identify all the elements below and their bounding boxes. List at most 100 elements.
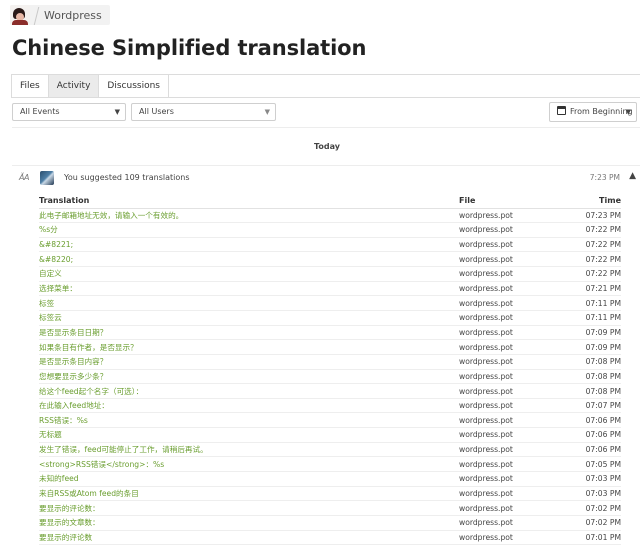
translation-link[interactable]: 要显示的评论数：: [39, 500, 459, 516]
avatar[interactable]: [40, 171, 54, 185]
translation-link[interactable]: 标签: [39, 295, 459, 311]
time-cell: 07:22 PM: [559, 251, 621, 268]
events-filter-select[interactable]: All Events ▼: [12, 103, 126, 121]
translation-link[interactable]: 标签云: [39, 310, 459, 326]
translation-link[interactable]: 来自RSS或Atom feed的条目: [39, 486, 459, 502]
translation-link[interactable]: 要显示的文章数：: [39, 515, 459, 531]
time-cell: 07:22 PM: [559, 237, 621, 253]
tab-discussions[interactable]: Discussions: [99, 75, 169, 97]
translation-link[interactable]: &#8221;: [39, 237, 459, 253]
activity-time: 7:23 PM: [589, 173, 620, 182]
tab-files[interactable]: Files: [12, 75, 49, 97]
time-cell: 07:03 PM: [559, 471, 621, 487]
file-cell: wordpress.pot: [459, 222, 559, 238]
breadcrumb-project-link[interactable]: Wordpress: [40, 9, 110, 22]
file-cell: wordpress.pot: [459, 281, 559, 297]
file-cell: wordpress.pot: [459, 295, 559, 311]
tab-bar: Files Activity Discussions: [11, 74, 640, 98]
translation-link[interactable]: RSS错误：%s: [39, 412, 459, 429]
table-row: &#8221; wordpress.pot 07:22 PM: [39, 237, 621, 253]
file-cell: wordpress.pot: [459, 530, 559, 546]
divider: [12, 127, 640, 128]
translation-link[interactable]: 给这个feed起个名字（可选）：: [39, 383, 459, 399]
time-cell: 07:11 PM: [559, 310, 621, 326]
file-cell: wordpress.pot: [459, 486, 559, 502]
file-cell: wordpress.pot: [459, 398, 559, 414]
table-row: RSS错误：%s wordpress.pot 07:06 PM: [39, 412, 621, 429]
table-row: %s分 wordpress.pot 07:22 PM: [39, 222, 621, 238]
table-row: 给这个feed起个名字（可选）： wordpress.pot 07:08 PM: [39, 383, 621, 399]
time-cell: 07:03 PM: [559, 486, 621, 502]
file-cell: wordpress.pot: [459, 354, 559, 370]
table-row: 要显示的评论数： wordpress.pot 07:02 PM: [39, 500, 621, 516]
time-cell: 07:22 PM: [559, 266, 621, 282]
file-cell: wordpress.pot: [459, 383, 559, 399]
project-avatar[interactable]: [10, 5, 30, 25]
time-cell: 07:08 PM: [559, 369, 621, 385]
table-row: 此电子邮箱地址无效，请输入一个有效的。 wordpress.pot 07:23 PM: [39, 208, 621, 224]
file-cell: wordpress.pot: [459, 237, 559, 253]
translation-link[interactable]: 未知的feed: [39, 471, 459, 487]
translation-link[interactable]: 要显示的评论数: [39, 530, 459, 546]
breadcrumb: Wordpress: [10, 5, 110, 25]
chevron-up-icon[interactable]: ▲: [629, 171, 636, 181]
date-range-button[interactable]: From Beginning ▼: [549, 102, 637, 122]
translation-link[interactable]: 如果条目有作者，是否显示？: [39, 339, 459, 355]
table-row: 您想要显示多少条？ wordpress.pot 07:08 PM: [39, 369, 621, 385]
translation-link[interactable]: 选择菜单：: [39, 281, 459, 297]
tab-activity[interactable]: Activity: [48, 75, 100, 97]
chevron-down-icon: ▼: [114, 108, 120, 116]
translation-link[interactable]: 发生了错误，feed可能停止了工作，请稍后再试。: [39, 442, 459, 458]
time-cell: 07:02 PM: [559, 500, 621, 516]
translation-link[interactable]: 在此输入feed地址：: [39, 398, 459, 414]
table-row: &#8220; wordpress.pot 07:22 PM: [39, 251, 621, 268]
table-row: 自定义 wordpress.pot 07:22 PM: [39, 266, 621, 282]
table-row: 要显示的评论数 wordpress.pot 07:01 PM: [39, 530, 621, 546]
table-row: 是否显示条目日期？ wordpress.pot 07:09 PM: [39, 325, 621, 341]
file-cell: wordpress.pot: [459, 456, 559, 473]
users-filter-value: All Users: [139, 107, 174, 116]
translation-link[interactable]: %s分: [39, 222, 459, 238]
translations-table: Translation File Time 此电子邮箱地址无效，请输入一个有效的…: [39, 194, 621, 548]
file-cell: wordpress.pot: [459, 310, 559, 326]
file-cell: wordpress.pot: [459, 471, 559, 487]
translation-icon: ĂA: [19, 173, 29, 182]
file-cell: wordpress.pot: [459, 500, 559, 516]
chevron-down-icon: ▼: [625, 108, 631, 116]
time-cell: 07:06 PM: [559, 412, 621, 429]
time-cell: 07:06 PM: [559, 427, 621, 443]
chevron-down-icon: ▼: [264, 108, 270, 116]
time-cell: 07:09 PM: [559, 339, 621, 355]
table-header-row: Translation File Time: [39, 194, 621, 209]
page-title: Chinese Simplified translation: [12, 36, 367, 60]
translation-link[interactable]: 是否显示条目内容？: [39, 354, 459, 370]
translation-link[interactable]: 自定义: [39, 266, 459, 282]
table-row: 未知的feed wordpress.pot 07:03 PM: [39, 471, 621, 487]
file-cell: wordpress.pot: [459, 412, 559, 429]
time-cell: 07:08 PM: [559, 383, 621, 399]
translation-link[interactable]: 是否显示条目日期？: [39, 325, 459, 341]
calendar-icon: [557, 106, 566, 115]
time-cell: 07:21 PM: [559, 281, 621, 297]
translation-link[interactable]: 无标题: [39, 427, 459, 443]
time-cell: 07:07 PM: [559, 398, 621, 414]
translation-link[interactable]: 此电子邮箱地址无效，请输入一个有效的。: [39, 208, 459, 224]
column-header-time: Time: [559, 194, 621, 209]
activity-header[interactable]: ĂA You suggested 109 translations 7:23 …: [12, 166, 640, 190]
file-cell: wordpress.pot: [459, 515, 559, 531]
table-row: 来自RSS或Atom feed的条目 wordpress.pot 07:03 PM: [39, 486, 621, 502]
translation-link[interactable]: 您想要显示多少条？: [39, 369, 459, 385]
translation-link[interactable]: <strong>RSS错误</strong>：%s: [39, 456, 459, 473]
breadcrumb-separator: [30, 5, 40, 25]
table-row: <strong>RSS错误</strong>：%s wordpress.pot 07…: [39, 456, 621, 473]
file-cell: wordpress.pot: [459, 427, 559, 443]
column-header-translation: Translation: [39, 194, 459, 209]
column-header-file: File: [459, 194, 559, 209]
time-cell: 07:08 PM: [559, 354, 621, 370]
translation-link[interactable]: &#8220;: [39, 251, 459, 268]
users-filter-select[interactable]: All Users ▼: [131, 103, 276, 121]
time-cell: 07:06 PM: [559, 442, 621, 458]
file-cell: wordpress.pot: [459, 339, 559, 355]
table-row: 在此输入feed地址： wordpress.pot 07:07 PM: [39, 398, 621, 414]
time-cell: 07:09 PM: [559, 325, 621, 341]
